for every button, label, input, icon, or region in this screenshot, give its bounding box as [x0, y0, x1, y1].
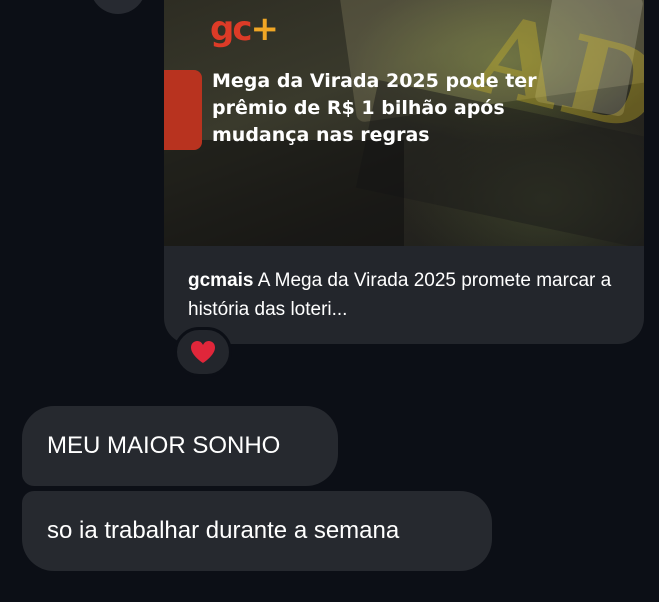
gcmais-logo: gc+ [210, 9, 279, 49]
post-image[interactable]: ADA gc+ Mega da Virada 2025 pode ter prê… [164, 0, 644, 246]
sender-avatar[interactable] [90, 0, 146, 14]
post-username[interactable]: gcmais [188, 270, 253, 291]
message-bubble[interactable]: MEU MAIOR SONHO [22, 406, 338, 486]
message-reaction[interactable] [174, 327, 232, 377]
post-headline: Mega da Virada 2025 pode ter prêmio de R… [212, 70, 537, 146]
message-text: MEU MAIOR SONHO [47, 432, 281, 459]
logo-main-text: gc [210, 9, 252, 49]
accent-bar [164, 70, 202, 150]
image-shadow-shape [164, 140, 404, 246]
logo-plus-text: + [250, 9, 279, 49]
message-bubble[interactable]: so ia trabalhar durante a semana [22, 491, 492, 571]
post-caption: gcmais A Mega da Virada 2025 promete mar… [188, 266, 628, 324]
heart-icon [191, 341, 215, 363]
message-text: so ia trabalhar durante a semana [47, 517, 400, 544]
shared-post-card[interactable]: ADA gc+ Mega da Virada 2025 pode ter prê… [164, 0, 644, 344]
